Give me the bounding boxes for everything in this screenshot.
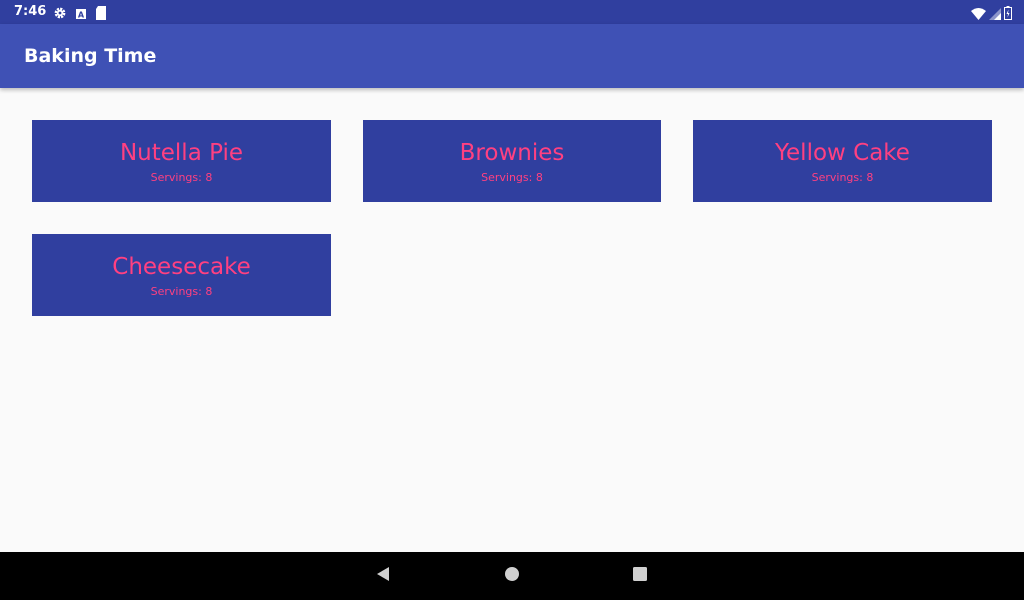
- recipe-grid: Nutella Pie Servings: 8 Brownies Serving…: [0, 88, 1024, 552]
- status-bar: 7:46 A: [0, 0, 1024, 24]
- recents-button[interactable]: [628, 564, 652, 588]
- recipe-card-brownies[interactable]: Brownies Servings: 8: [363, 120, 661, 202]
- status-icons-left: A: [53, 5, 107, 24]
- wifi-icon: [971, 5, 986, 24]
- recipe-servings: Servings: 8: [811, 171, 874, 184]
- recipe-servings: Servings: 8: [150, 285, 213, 298]
- recipe-card-nutella-pie[interactable]: Nutella Pie Servings: 8: [32, 120, 331, 202]
- svg-text:A: A: [78, 10, 85, 19]
- back-button[interactable]: [371, 564, 395, 588]
- recents-icon: [632, 566, 648, 586]
- signal-icon: [989, 5, 1001, 24]
- gear-icon: [53, 5, 67, 24]
- recipe-card-cheesecake[interactable]: Cheesecake Servings: 8: [32, 234, 331, 316]
- app-title: Baking Time: [24, 45, 157, 67]
- recipe-servings: Servings: 8: [150, 171, 213, 184]
- battery-icon: [1004, 5, 1012, 24]
- recipe-card-yellow-cake[interactable]: Yellow Cake Servings: 8: [693, 120, 992, 202]
- recipe-name: Yellow Cake: [775, 140, 910, 166]
- back-icon: [375, 566, 391, 586]
- recipe-servings: Servings: 8: [481, 171, 543, 184]
- recipe-name: Cheesecake: [112, 254, 251, 280]
- navigation-bar: [0, 552, 1024, 600]
- recipe-name: Nutella Pie: [119, 140, 244, 166]
- status-icons-right: [971, 5, 1012, 24]
- status-time: 7:46: [14, 4, 47, 19]
- home-button[interactable]: [500, 564, 524, 588]
- home-icon: [504, 566, 520, 586]
- sd-card-icon: [95, 5, 107, 24]
- accessibility-a-icon: A: [75, 5, 87, 24]
- app-bar: Baking Time: [0, 24, 1024, 88]
- recipe-name: Brownies: [459, 140, 565, 166]
